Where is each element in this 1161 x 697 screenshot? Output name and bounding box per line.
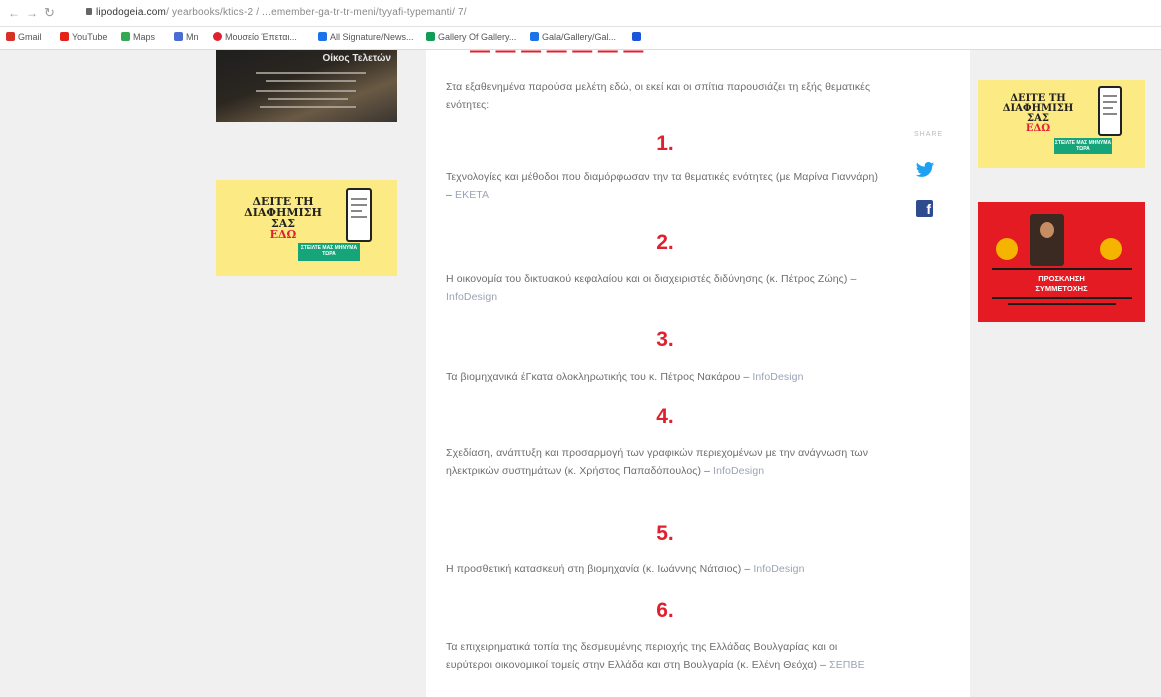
- section-link-5[interactable]: InfoDesign: [753, 563, 804, 575]
- reload-icon[interactable]: ↻: [44, 5, 55, 21]
- section-text-3: Τα βιομηχανικά έΓκατα ολοκληρωτικής του …: [446, 371, 804, 383]
- bookmark-blue[interactable]: [632, 32, 644, 42]
- section-number-1: 1.: [656, 132, 674, 155]
- back-icon[interactable]: ←: [8, 6, 20, 20]
- bookmark-gallery[interactable]: Gallery Of Gallery...: [426, 32, 516, 42]
- section-number-5: 5.: [656, 522, 674, 545]
- phone-icon: [346, 188, 372, 242]
- bookmark-museum[interactable]: Μουσείο Έπεται...: [213, 32, 297, 42]
- section-number-2: 2.: [656, 231, 674, 254]
- invitation-line-2: ΣΥΜΜΕΤΟΧΗΣ: [1035, 284, 1088, 293]
- person-icon: [996, 238, 1018, 260]
- invitation-banner[interactable]: ΠΡΟΣΚΛΗΣΗ ΣΥΜΜΕΤΟΧΗΣ: [978, 202, 1145, 322]
- invitation-line-1: ΠΡΟΣΚΛΗΣΗ: [1038, 274, 1085, 283]
- url-domain: lipodogeia.com: [96, 7, 167, 18]
- twitter-icon[interactable]: [915, 160, 935, 180]
- person-icon: [1100, 238, 1122, 260]
- bookmark-gala[interactable]: Gala/Gallery/Gal...: [530, 32, 616, 42]
- section-text-1: Τεχνολογίες και μέθοδοι που διαμόρφωσαν …: [446, 171, 879, 201]
- bookmark-youtube[interactable]: YouTube: [60, 32, 107, 42]
- advertise-banner-left[interactable]: ΔΕΙΤΕ ΤΗ ΔΙΑΦΗΜΙΣΗ ΣΑΣ ΕΔΩ ΣΤΕΙΛΤΕ ΜΑΣ Μ…: [216, 180, 397, 276]
- photo-icon: [1030, 214, 1064, 266]
- section-link-6[interactable]: ΣΕΠΒΕ: [829, 659, 865, 671]
- ad-right-line-4: ΕΔΩ: [1025, 123, 1051, 134]
- section-link-3[interactable]: InfoDesign: [752, 371, 803, 383]
- section-link-4[interactable]: InfoDesign: [713, 465, 764, 477]
- section-text-4: Σχεδίαση, ανάπτυξη και προσαρμογή των γρ…: [446, 447, 869, 477]
- article-heading-fragment: — — — — — — —: [470, 44, 644, 58]
- address-bar: ← → ↻ lipodogeia.com/ yearbooks/ktics-2 …: [0, 0, 1161, 27]
- facebook-icon[interactable]: f: [916, 200, 933, 217]
- advertise-banner-right[interactable]: ΔΕΙΤΕ ΤΗ ΔΙΑΦΗΜΙΣΗ ΣΑΣ ΕΔΩ ΣΤΕΙΛΤΕ ΜΑΣ Μ…: [978, 80, 1145, 168]
- section-text-5: Η προσθετική κατασκευή στη βιομηχανία (κ…: [446, 563, 805, 575]
- section-link-2[interactable]: InfoDesign: [446, 291, 497, 303]
- share-label: SHARE: [914, 131, 944, 138]
- lock-icon: [86, 8, 92, 15]
- section-text-6: Τα επιχειρηματικά τοπία της δεσμευμένης …: [446, 641, 865, 671]
- banner-title: Οίκος Τελετών: [322, 53, 391, 64]
- page: Οίκος Τελετών ΔΕΙΤΕ ΤΗ ΔΙΑΦΗΜΙΣΗ ΣΑΣ ΕΔΩ…: [0, 44, 1161, 697]
- bookmark-gmail[interactable]: Gmail: [6, 32, 42, 42]
- section-text-2: Η οικονομία του δικτυακού κεφαλαίου και …: [446, 273, 857, 303]
- url-path: / yearbooks/ktics-2 / ...emember-ga-tr-t…: [166, 7, 467, 18]
- ad-right-cta: ΣΤΕΙΛΤΕ ΜΑΣ ΜΗΝΥΜΑ ΤΩΡΑ: [1054, 138, 1112, 154]
- section-number-6: 6.: [656, 599, 674, 622]
- bookmark-mn[interactable]: Mn: [174, 32, 199, 42]
- forward-icon[interactable]: →: [26, 6, 38, 20]
- bookmark-maps[interactable]: Maps: [121, 32, 155, 42]
- phone-icon: [1098, 86, 1122, 136]
- url-field[interactable]: lipodogeia.com/ yearbooks/ktics-2 / ...e…: [96, 7, 516, 18]
- funeral-home-banner[interactable]: Οίκος Τελετών: [216, 50, 397, 122]
- section-number-3: 3.: [656, 328, 674, 351]
- section-number-4: 4.: [656, 405, 674, 428]
- bookmark-signature[interactable]: All Signature/News...: [318, 32, 414, 42]
- ad-line-4: ΕΔΩ: [269, 228, 297, 241]
- section-link-1[interactable]: ΕΚΕΤΑ: [455, 189, 489, 201]
- ad-cta: ΣΤΕΙΛΤΕ ΜΑΣ ΜΗΝΥΜΑ ΤΩΡΑ: [298, 243, 360, 261]
- intro-paragraph: Στα εξαθενημένα παρούσα μελέτη εδώ, οι ε…: [446, 81, 871, 111]
